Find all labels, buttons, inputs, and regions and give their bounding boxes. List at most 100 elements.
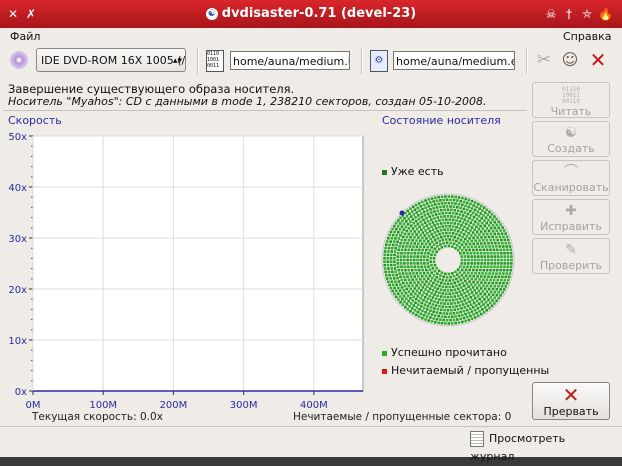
sector-block xyxy=(413,287,417,290)
sector-block xyxy=(446,282,450,286)
sector-block xyxy=(489,221,493,224)
sector-block xyxy=(420,242,424,246)
sector-block xyxy=(487,255,490,258)
help-user-icon[interactable]: ☺ xyxy=(561,50,579,70)
sector-block xyxy=(490,262,493,265)
sector-block xyxy=(469,252,473,255)
sector-block xyxy=(417,268,421,272)
sector-block xyxy=(477,314,480,318)
quit-icon[interactable]: ✕ xyxy=(588,50,608,70)
stop-button[interactable]: ✕ Прервать xyxy=(532,382,610,420)
sector-block xyxy=(478,310,481,313)
sector-block xyxy=(406,251,410,255)
sector-block xyxy=(438,298,441,301)
sector-block xyxy=(391,233,395,237)
ecc-file-input[interactable]: home/auna/medium.ecc xyxy=(393,51,515,70)
sector-block xyxy=(472,242,476,246)
sector-block xyxy=(509,251,513,255)
sector-block xyxy=(483,275,487,278)
sector-block xyxy=(489,238,492,242)
sector-block xyxy=(481,272,484,275)
sector-block xyxy=(500,238,503,242)
create-button[interactable]: ☯ Создать xyxy=(532,121,610,157)
image-file-icon[interactable]: 0110 1001 0011 xyxy=(206,50,224,72)
menu-help[interactable]: Справка xyxy=(563,30,611,43)
sector-block xyxy=(430,271,433,274)
sector-block xyxy=(458,304,462,307)
view-log-button[interactable]: Просмотреть журнал xyxy=(470,430,610,463)
read-button[interactable]: 01110 10011 00110 Читать xyxy=(532,82,610,118)
sector-block xyxy=(478,239,481,242)
sector-block xyxy=(415,233,418,236)
sector-block xyxy=(448,231,451,235)
sector-block xyxy=(422,226,426,229)
sector-block xyxy=(411,284,414,287)
sector-block xyxy=(451,232,455,235)
flame-icon[interactable]: 🔥 xyxy=(598,7,613,21)
sector-block xyxy=(426,308,429,311)
sector-block xyxy=(461,228,465,231)
y-tick-label: 40x xyxy=(8,183,27,194)
sector-block xyxy=(445,241,449,244)
sector-block xyxy=(483,251,486,255)
sector-block xyxy=(506,262,510,265)
sector-block xyxy=(466,212,470,216)
skull-icon[interactable]: ☠ xyxy=(544,7,558,21)
sector-block xyxy=(410,265,413,269)
sector-block xyxy=(439,208,443,212)
sector-block xyxy=(479,275,483,278)
sector-block xyxy=(449,205,452,208)
sector-block xyxy=(429,211,433,214)
sector-block xyxy=(404,268,407,272)
sector-block xyxy=(417,265,420,269)
sector-block xyxy=(406,223,410,226)
binary-data-icon: 01110 10011 00110 xyxy=(561,86,581,105)
sector-block xyxy=(407,284,411,288)
sector-block xyxy=(439,311,442,315)
sector-block xyxy=(445,292,448,296)
menu-file[interactable]: Файл xyxy=(10,30,40,43)
sector-block xyxy=(409,242,413,245)
sector-block xyxy=(458,290,461,293)
sector-block xyxy=(428,274,432,277)
sector-block xyxy=(407,290,411,293)
sector-block xyxy=(418,209,421,212)
sector-block xyxy=(422,239,426,243)
sector-block xyxy=(391,283,395,287)
x-tick-label: 300M xyxy=(230,400,258,411)
sector-block xyxy=(386,253,390,257)
sector-block xyxy=(497,291,501,294)
sector-block xyxy=(425,237,428,240)
sector-block xyxy=(409,224,413,227)
sector-block xyxy=(430,225,433,229)
sector-block xyxy=(409,293,413,296)
sector-block xyxy=(416,262,419,265)
sector-block xyxy=(485,295,489,299)
sector-block xyxy=(465,302,468,305)
sector-block xyxy=(460,217,463,220)
sector-block xyxy=(423,283,426,286)
sector-block xyxy=(431,221,435,224)
ecc-file-icon[interactable]: ⚙ xyxy=(370,50,388,72)
sector-block xyxy=(426,212,430,216)
image-file-input[interactable]: home/auna/medium.iso xyxy=(230,51,350,70)
sector-block xyxy=(495,281,498,285)
preferences-icon[interactable]: ✂ xyxy=(535,50,553,70)
sector-block xyxy=(417,230,421,234)
fix-button[interactable]: ✚ Исправить xyxy=(532,199,610,235)
scan-button[interactable]: ⌒ Сканировать xyxy=(532,160,610,196)
sector-block xyxy=(472,305,475,309)
sector-block xyxy=(469,296,473,299)
sector-block xyxy=(502,235,505,239)
pentagram-icon[interactable]: ⛤ xyxy=(580,7,594,21)
sector-block xyxy=(493,258,497,262)
sector-block xyxy=(421,200,424,204)
dagger-icon[interactable]: † xyxy=(562,7,576,21)
sector-block xyxy=(419,212,423,215)
sector-block xyxy=(422,258,426,262)
sector-block xyxy=(436,294,440,297)
sector-block xyxy=(436,272,439,275)
drive-select[interactable]: IDE DVD-ROM 16X 1005 (/d ▴▾ xyxy=(36,48,186,72)
sector-block xyxy=(433,300,436,303)
verify-button[interactable]: ✎ Проверить xyxy=(532,238,610,274)
